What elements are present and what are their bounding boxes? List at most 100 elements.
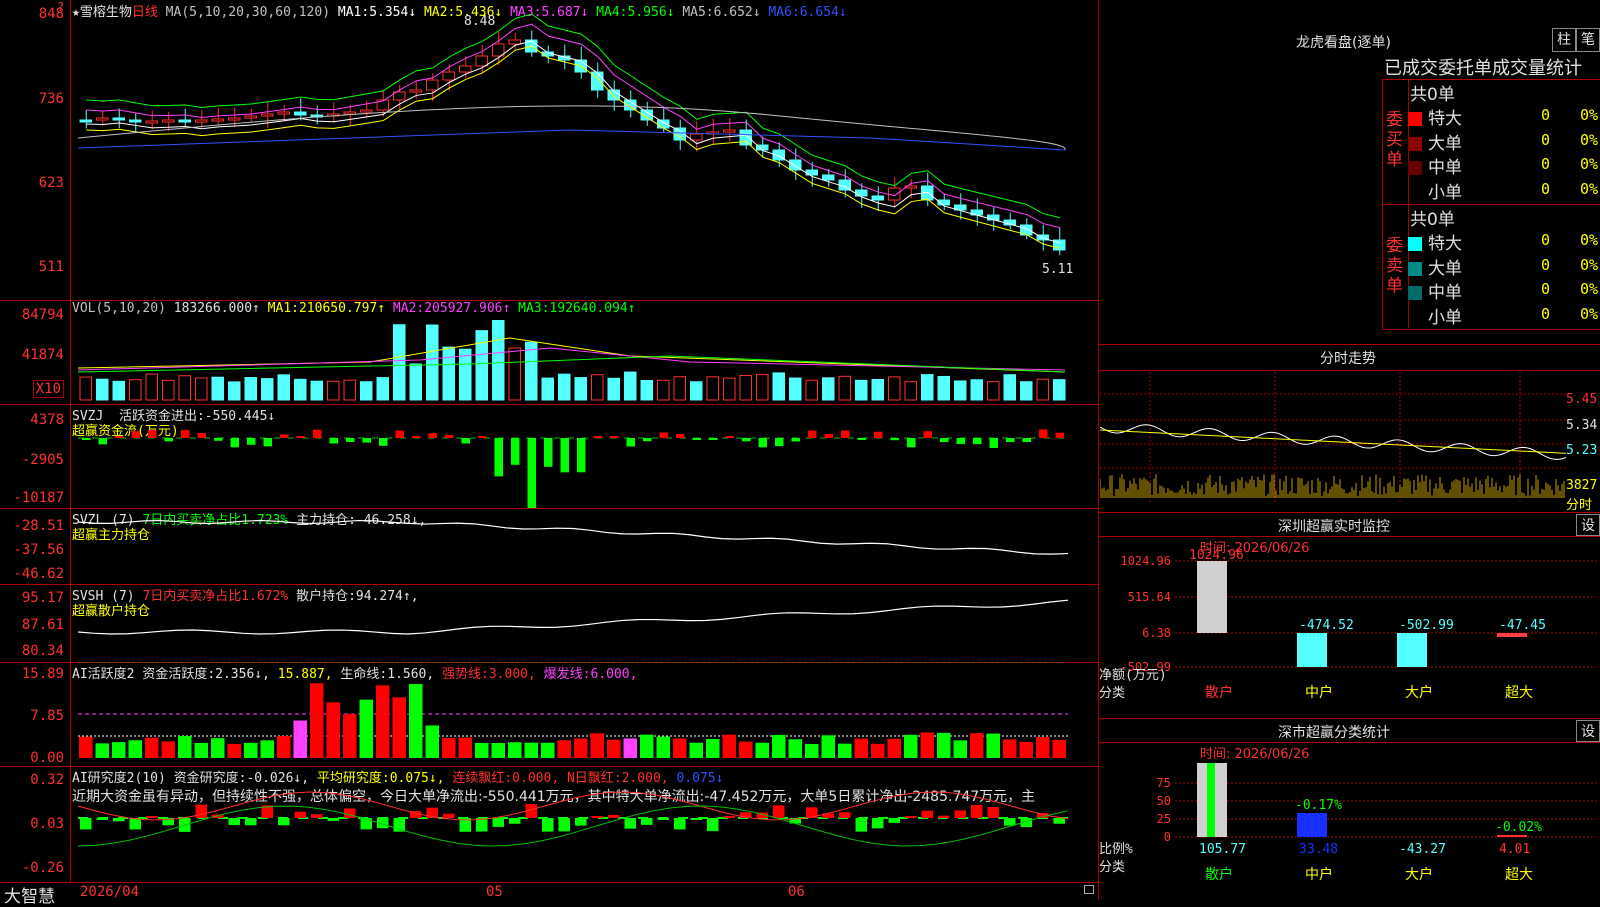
volume-bar — [624, 371, 637, 401]
fs-y-tick: 5.45 — [1566, 392, 1598, 407]
fs-y-tick: 5.23 — [1566, 443, 1598, 458]
row-count: 0 — [1540, 255, 1550, 274]
volume-bar — [789, 377, 802, 401]
tab-bar-view[interactable]: 柱 — [1552, 28, 1576, 52]
activity-bar — [953, 740, 967, 758]
y-tick: -0.26 — [21, 860, 64, 876]
activity-bar — [112, 742, 126, 758]
research-bar — [1053, 818, 1065, 824]
x-label: 分类 — [1099, 686, 1125, 701]
svzl-chart[interactable] — [70, 508, 1098, 584]
svsh-chart[interactable] — [70, 584, 1098, 662]
flow-bar — [1055, 432, 1064, 438]
activity-bar — [904, 734, 918, 758]
svzl-y-axis: -28.51 -37.56 -46.62 — [0, 508, 70, 584]
sz-monitor-chart[interactable]: 1024.96 515.64 6.38 -502.99 1024.96 散户 -474.52… — [1099, 537, 1599, 717]
fs-y-tick: 5.34 — [1566, 418, 1598, 433]
flow-bar — [98, 438, 107, 445]
lhb-subtitle: 已成交委托单成交量统计 — [1384, 58, 1582, 79]
research-bar — [855, 818, 867, 832]
class-bar — [1207, 763, 1215, 837]
intraday-chart[interactable] — [1100, 372, 1566, 512]
activity-bar — [871, 743, 885, 758]
research-bar — [987, 806, 999, 818]
candle — [723, 129, 736, 133]
volume-bar — [1036, 378, 1049, 401]
candle — [211, 118, 224, 122]
activity-bar — [689, 742, 703, 758]
volume-bar — [409, 363, 422, 401]
research-bar — [624, 818, 636, 829]
flow-bar — [296, 436, 305, 438]
volume-bar — [294, 378, 307, 401]
row-name: 中单 — [1428, 158, 1462, 178]
sz-class-settings-button[interactable]: 设 — [1576, 720, 1600, 742]
volume-bar — [657, 379, 670, 401]
svzj-chart[interactable] — [70, 404, 1098, 508]
flow-bar — [494, 438, 503, 477]
candle — [261, 113, 274, 117]
lock-icon[interactable] — [1084, 885, 1094, 894]
row-percent: 0% — [1579, 179, 1598, 198]
lhb-title: 龙虎看盘(逐单) — [1296, 35, 1391, 51]
activity-bar — [508, 742, 522, 758]
hline — [1099, 344, 1600, 345]
buy-row-1: 大单 0 0% — [1408, 129, 1600, 154]
volume-bar — [640, 379, 653, 401]
flow-bar — [692, 438, 701, 440]
candle — [244, 115, 257, 119]
flow-bar — [659, 432, 668, 438]
sz-class-chart[interactable]: 75 50 25 0 105.77 散户 33.48 -0.17% 中户 -43.27 大户 4.01… — [1099, 743, 1599, 899]
volume-bar — [178, 375, 191, 401]
sz-monitor-settings-button[interactable]: 设 — [1576, 514, 1600, 536]
candle — [360, 109, 373, 113]
candle — [475, 55, 488, 67]
activity-bar — [326, 702, 340, 758]
flow-bar — [230, 438, 239, 448]
flow-bar — [973, 438, 982, 445]
color-swatch — [1408, 136, 1422, 151]
y-tick: -10187 — [13, 490, 64, 506]
activity-bar — [293, 720, 307, 758]
ai2-chart[interactable] — [70, 662, 1098, 766]
y-tick: 515.64 — [1128, 590, 1171, 604]
hline — [1099, 512, 1600, 513]
research-bar — [542, 818, 554, 832]
volume-bar — [145, 373, 158, 401]
tab-tick-view[interactable]: 笔 — [1576, 28, 1600, 52]
row-name: 小单 — [1428, 307, 1462, 328]
volume-bar — [162, 379, 175, 401]
activity-bar — [656, 736, 670, 758]
flow-bar — [709, 438, 718, 440]
ma-line — [86, 45, 1060, 249]
ai-research-chart[interactable] — [70, 766, 1098, 882]
research-bar — [96, 818, 108, 820]
activity-bar — [310, 683, 324, 758]
bar-value: 33.48 — [1299, 842, 1338, 857]
volume-bar — [970, 379, 983, 401]
category-label: 散户 — [1205, 866, 1233, 883]
candlestick-chart[interactable] — [70, 0, 1098, 300]
candle — [822, 174, 835, 181]
y-tick: -28.51 — [13, 518, 64, 534]
candle — [442, 71, 455, 81]
buy-side-label: 委买单 — [1386, 110, 1403, 170]
monitor-bar — [1497, 633, 1527, 637]
main-y-axis: 848 736 623 511 — [0, 0, 70, 300]
volume-bar — [541, 377, 554, 401]
candle — [145, 120, 158, 124]
volume-bar — [508, 347, 521, 401]
row-percent: 0% — [1579, 255, 1598, 274]
y-tick: 84794 — [21, 307, 64, 323]
volume-bar — [244, 376, 257, 401]
flow-bar — [131, 431, 140, 438]
volume-chart[interactable] — [70, 300, 1098, 404]
flow-bar — [428, 433, 437, 438]
volume-bar — [822, 377, 835, 401]
flow-bar — [379, 438, 388, 446]
y-tick: 41874 — [21, 347, 64, 363]
volume-bar — [360, 381, 373, 401]
category-label: 超大 — [1505, 685, 1533, 701]
flow-bar — [808, 430, 817, 438]
research-bar — [723, 816, 735, 818]
